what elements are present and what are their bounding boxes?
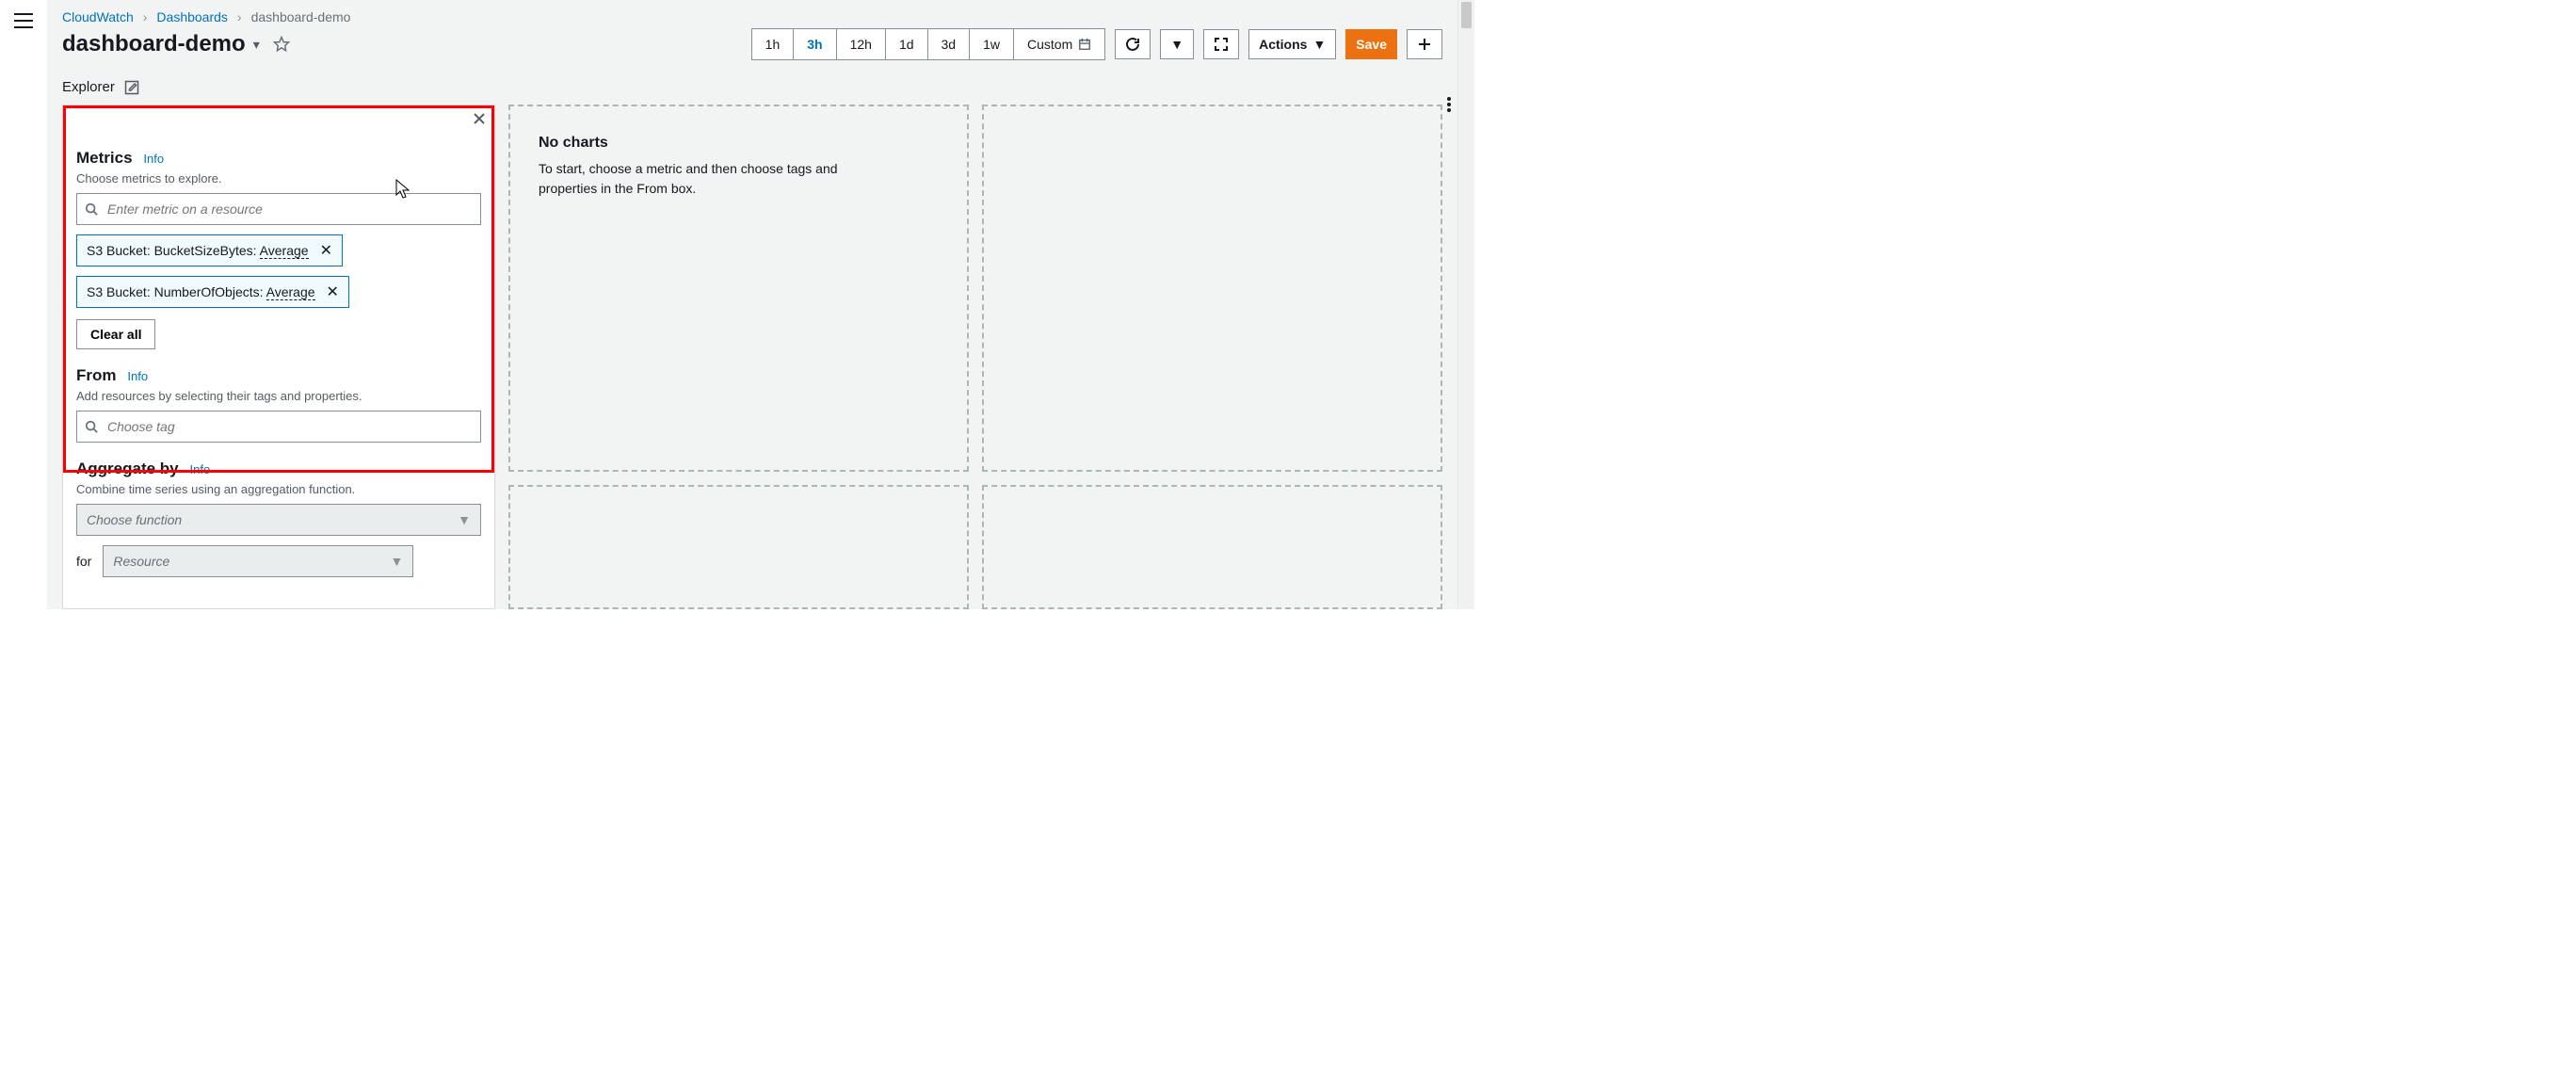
chart-dropzone[interactable] xyxy=(508,485,969,609)
nav-toggle[interactable] xyxy=(0,0,47,609)
metric-token-label: S3 Bucket: NumberOfObjects: Average xyxy=(87,284,315,299)
aggregate-function-placeholder: Choose function xyxy=(87,512,182,527)
chevron-right-icon: › xyxy=(237,9,242,24)
from-info-link[interactable]: Info xyxy=(127,369,148,383)
search-icon xyxy=(85,202,98,216)
breadcrumb-link[interactable]: CloudWatch xyxy=(62,9,134,24)
refresh-dropdown[interactable]: ▼ xyxy=(1160,29,1194,59)
widget-title: Explorer xyxy=(62,79,115,95)
chart-dropzone[interactable] xyxy=(982,485,1442,609)
page-title: dashboard-demo xyxy=(62,31,246,57)
from-tag-search[interactable] xyxy=(76,411,481,443)
time-range-1w[interactable]: 1w xyxy=(970,29,1014,59)
aggregate-subtext: Combine time series using an aggregation… xyxy=(76,482,481,496)
fullscreen-button[interactable] xyxy=(1203,29,1239,59)
scrollbar[interactable] xyxy=(1457,0,1474,609)
actions-button[interactable]: Actions ▼ xyxy=(1248,29,1336,59)
metric-token-label: S3 Bucket: BucketSizeBytes: Average xyxy=(87,243,309,258)
metrics-subtext: Choose metrics to explore. xyxy=(76,171,481,186)
empty-title: No charts xyxy=(539,135,939,152)
time-range-1h[interactable]: 1h xyxy=(752,29,795,59)
edit-widget-button[interactable] xyxy=(124,80,139,95)
metrics-search-input[interactable] xyxy=(105,201,473,218)
aggregate-resource-select[interactable]: Resource ▼ xyxy=(103,545,413,577)
title-dropdown[interactable]: ▾ xyxy=(253,37,260,53)
actions-label: Actions xyxy=(1259,37,1307,52)
caret-down-icon: ▼ xyxy=(1170,37,1183,52)
add-widget-button[interactable] xyxy=(1407,29,1442,59)
aggregate-info-link[interactable]: Info xyxy=(190,462,211,476)
from-heading: From xyxy=(76,366,117,384)
caret-down-icon: ▼ xyxy=(1312,37,1326,52)
chart-dropzone[interactable]: No charts To start, choose a metric and … xyxy=(508,105,969,472)
breadcrumb-link[interactable]: Dashboards xyxy=(156,9,228,24)
metrics-heading: Metrics xyxy=(76,149,133,167)
metric-token[interactable]: S3 Bucket: BucketSizeBytes: Average ✕ xyxy=(76,234,343,266)
caret-down-icon: ▼ xyxy=(458,512,471,527)
clear-all-button[interactable]: Clear all xyxy=(76,319,155,349)
metrics-info-link[interactable]: Info xyxy=(143,152,164,166)
time-range-selector: 1h 3h 12h 1d 3d 1w Custom xyxy=(751,28,1106,60)
from-subtext: Add resources by selecting their tags an… xyxy=(76,389,481,403)
widget-menu-button[interactable] xyxy=(1446,96,1452,113)
search-icon xyxy=(85,420,98,433)
aggregate-heading: Aggregate by xyxy=(76,460,179,477)
hamburger-icon xyxy=(14,13,33,28)
refresh-button[interactable] xyxy=(1115,29,1151,59)
scrollbar-thumb[interactable] xyxy=(1461,2,1472,28)
aggregate-function-select[interactable]: Choose function ▼ xyxy=(76,504,481,536)
breadcrumb-current: dashboard-demo xyxy=(251,9,351,24)
custom-label: Custom xyxy=(1027,37,1072,52)
time-range-12h[interactable]: 12h xyxy=(837,29,886,59)
refresh-icon xyxy=(1125,37,1140,52)
caret-down-icon: ▼ xyxy=(390,554,403,569)
expand-icon xyxy=(1214,37,1229,52)
remove-token-button[interactable]: ✕ xyxy=(320,241,332,260)
empty-body: To start, choose a metric and then choos… xyxy=(539,159,896,199)
chevron-right-icon: › xyxy=(143,9,148,24)
time-range-custom[interactable]: Custom xyxy=(1014,29,1104,59)
chart-dropzone[interactable] xyxy=(982,105,1442,472)
edit-icon xyxy=(124,80,139,95)
time-range-1d[interactable]: 1d xyxy=(886,29,928,59)
save-button[interactable]: Save xyxy=(1345,29,1397,59)
time-range-3d[interactable]: 3d xyxy=(928,29,971,59)
from-tag-input[interactable] xyxy=(105,418,473,435)
calendar-icon xyxy=(1078,38,1091,51)
close-icon xyxy=(472,111,487,126)
close-panel-button[interactable] xyxy=(472,111,487,126)
favorite-toggle[interactable] xyxy=(273,36,290,53)
time-range-3h[interactable]: 3h xyxy=(794,29,836,59)
star-icon xyxy=(273,36,290,53)
for-label: for xyxy=(76,554,91,569)
remove-token-button[interactable]: ✕ xyxy=(327,282,339,301)
explorer-panel: Metrics Info Choose metrics to explore. … xyxy=(62,105,495,609)
metrics-search[interactable] xyxy=(76,193,481,225)
kebab-icon xyxy=(1446,96,1452,113)
metric-token[interactable]: S3 Bucket: NumberOfObjects: Average ✕ xyxy=(76,276,349,308)
aggregate-resource-placeholder: Resource xyxy=(113,554,169,569)
plus-icon xyxy=(1417,37,1432,52)
breadcrumb: CloudWatch › Dashboards › dashboard-demo xyxy=(47,0,1457,28)
